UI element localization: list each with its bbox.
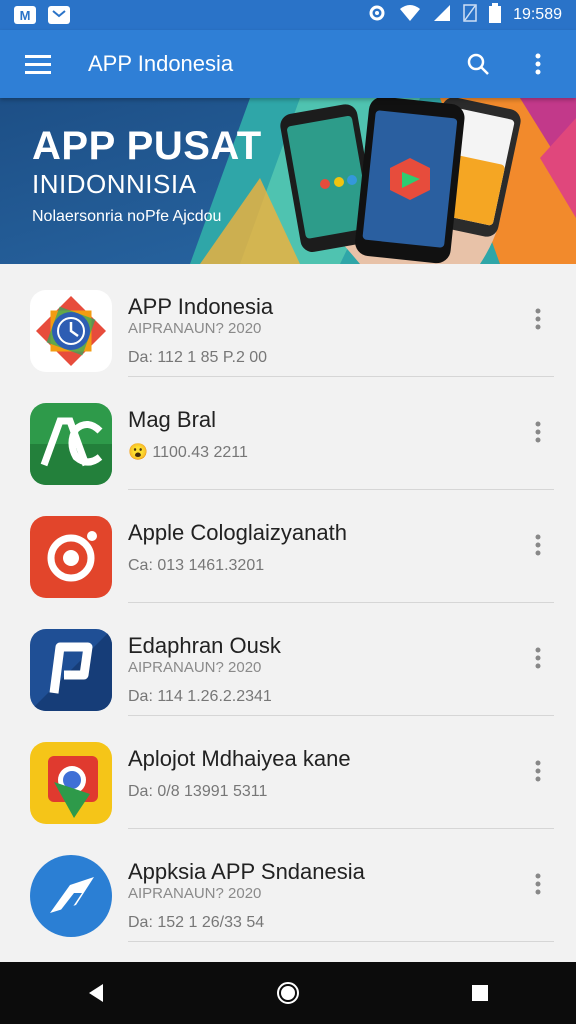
mail-notification-icon	[48, 6, 70, 24]
app-date: Ca: 013 1461.3201	[128, 557, 265, 574]
home-icon[interactable]	[258, 968, 318, 1018]
banner-subtitle: INIDONNISIA	[32, 169, 197, 199]
app-name: Edaphran Ousk	[128, 633, 281, 658]
signal-icon	[433, 4, 451, 27]
more-options-icon[interactable]	[526, 756, 550, 786]
more-options-icon[interactable]	[526, 304, 550, 334]
search-icon[interactable]	[458, 44, 498, 84]
list-item[interactable]: Aplojot Mdhaiyea kane Da: 0/8 13991 5311	[0, 716, 576, 829]
divider	[128, 941, 554, 942]
list-item[interactable]: APP Indonesia AIPRANAUN? 2020 Da: 112 1 …	[0, 264, 576, 377]
navigation-bar	[0, 962, 576, 1024]
wifi-icon	[399, 4, 421, 27]
menu-icon[interactable]	[18, 44, 58, 84]
list-item[interactable]: Apple Cologlaizyanath Ca: 013 1461.3201	[0, 490, 576, 603]
app-subtitle: AIPRANAUN? 2020	[128, 885, 262, 902]
app-list: APP Indonesia AIPRANAUN? 2020 Da: 112 1 …	[0, 264, 576, 942]
app-date: Da: 0/8 13991 5311	[128, 783, 268, 800]
list-item[interactable]: Mag Bral 😮 1100.43 2211	[0, 377, 576, 490]
list-item[interactable]: Edaphran Ousk AIPRANAUN? 2020 Da: 114 1.…	[0, 603, 576, 716]
promo-banner[interactable]: APP PUSAT INIDONNISIA Nolaersonria noPfe…	[0, 98, 576, 264]
more-options-icon[interactable]	[526, 869, 550, 899]
app-icon-browser	[30, 742, 112, 824]
more-options-icon[interactable]	[526, 417, 550, 447]
app-notification-icon: M	[14, 6, 36, 24]
app-name: APP Indonesia	[128, 294, 274, 319]
app-name: Appksia APP Sndanesia	[128, 859, 365, 884]
battery-icon	[489, 2, 502, 28]
app-subtitle: AIPRANAUN? 2020	[128, 320, 262, 337]
banner-text: APP PUSAT INIDONNISIA Nolaersonria noPfe…	[32, 124, 262, 230]
app-name: Mag Bral	[128, 407, 217, 432]
app-bar: APP Indonesia	[0, 30, 576, 98]
overflow-menu-icon[interactable]	[518, 44, 558, 84]
back-icon[interactable]	[66, 968, 126, 1018]
app-info: APP Indonesia AIPRANAUN? 2020 Da: 112 1 …	[128, 294, 508, 368]
app-icon-camera	[30, 516, 112, 598]
no-sim-icon	[463, 3, 477, 27]
app-info: Aplojot Mdhaiyea kane Da: 0/8 13991 5311	[128, 746, 508, 802]
app-info: Appksia APP Sndanesia AIPRANAUN? 2020 Da…	[128, 859, 508, 933]
banner-title: APP PUSAT	[32, 124, 262, 168]
app-info: Mag Bral 😮 1100.43 2211	[128, 407, 508, 463]
status-left: M	[14, 6, 70, 24]
more-options-icon[interactable]	[526, 530, 550, 560]
app-date: Da: 152 1 26/33 54	[128, 914, 265, 931]
app-title: APP Indonesia	[88, 51, 234, 76]
app-subtitle: AIPRANAUN? 2020	[128, 659, 262, 676]
app-info: Apple Cologlaizyanath Ca: 013 1461.3201	[128, 520, 508, 576]
app-icon-compass	[30, 290, 112, 372]
banner-tagline: Nolaersonria noPfe Ajcdou	[32, 208, 222, 225]
list-item[interactable]: Appksia APP Sndanesia AIPRANAUN? 2020 Da…	[0, 829, 576, 942]
app-name: Aplojot Mdhaiyea kane	[128, 746, 351, 771]
status-right: 19:589	[367, 2, 562, 28]
app-icon-blue-circle	[30, 855, 112, 937]
clock-time: 19:589	[513, 6, 562, 23]
app-date: Da: 114 1.26.2.2341	[128, 688, 272, 705]
settings-gear-icon	[367, 3, 387, 28]
app-date: 😮 1100.43 2211	[128, 444, 248, 461]
app-icon-blue-p	[30, 629, 112, 711]
app-date: Da: 112 1 85 P.2 00	[128, 349, 268, 366]
app-icon-green-ac	[30, 403, 112, 485]
recents-icon[interactable]	[450, 968, 510, 1018]
app-name: Apple Cologlaizyanath	[128, 520, 347, 545]
more-options-icon[interactable]	[526, 643, 550, 673]
status-bar: M 19:589	[0, 0, 576, 30]
app-info: Edaphran Ousk AIPRANAUN? 2020 Da: 114 1.…	[128, 633, 508, 707]
